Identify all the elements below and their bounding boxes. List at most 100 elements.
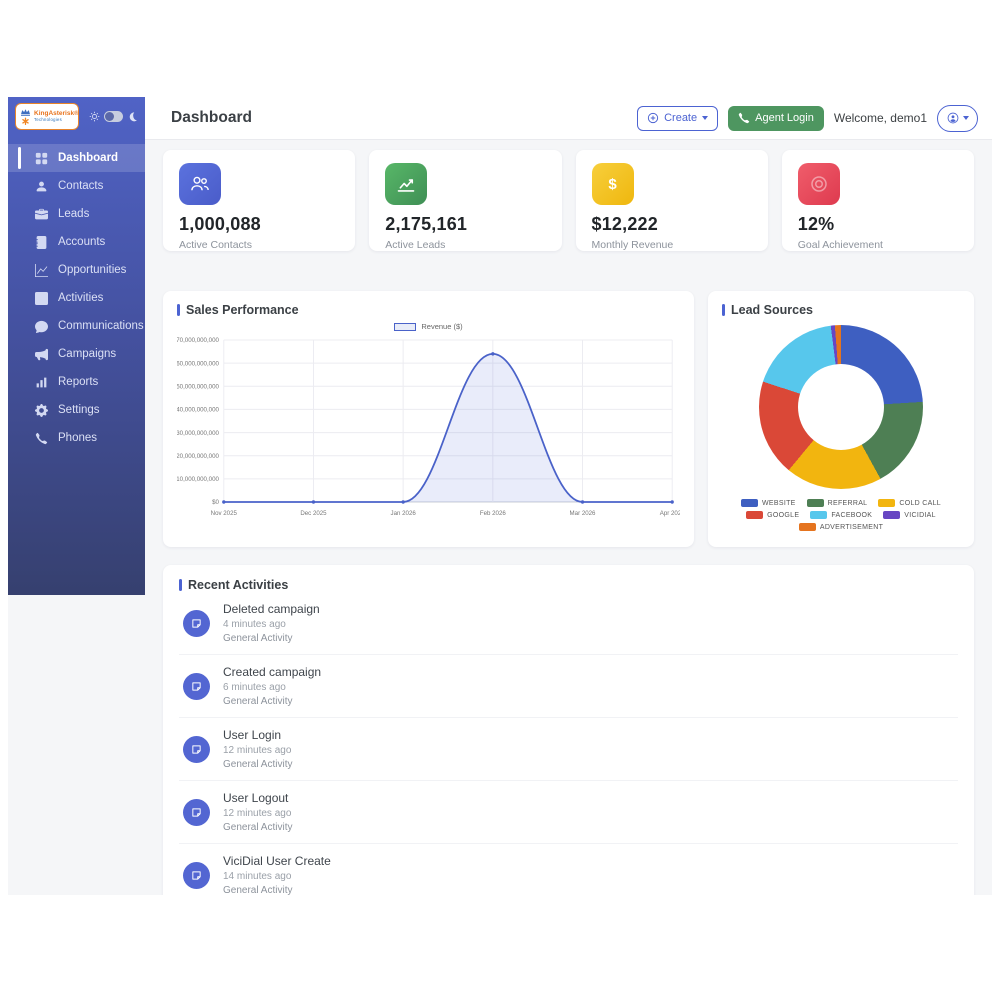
stat-value: $12,222 (592, 214, 752, 235)
svg-text:$60,000,000,000: $60,000,000,000 (177, 360, 219, 367)
page-title: Dashboard (171, 109, 252, 127)
activity-item[interactable]: User Logout12 minutes agoGeneral Activit… (179, 780, 958, 843)
lead-sources-donut[interactable] (759, 325, 923, 489)
crown-logo-icon (19, 105, 32, 129)
sidebar-item-label: Opportunities (58, 264, 126, 276)
create-button[interactable]: Create (637, 106, 718, 131)
legend-item-advertisement[interactable]: ADVERTISEMENT (799, 523, 883, 531)
legend-swatch (810, 511, 827, 519)
legend-label: FACEBOOK (831, 512, 872, 519)
sidebar-item-label: Communications (58, 320, 144, 332)
sidebar-item-accounts[interactable]: Accounts (8, 228, 145, 256)
sidebar-item-leads[interactable]: Leads (8, 200, 145, 228)
activity-item[interactable]: ViciDial User Create14 minutes agoGenera… (179, 843, 958, 895)
activity-time: 6 minutes ago (223, 682, 321, 693)
sidebar-item-settings[interactable]: Settings (8, 396, 145, 424)
activity-item[interactable]: User Login 12 minutes ago General Activity (179, 717, 958, 780)
donut-legend: WEBSITE REFERRAL COLD CALL GOOGLE FACEBOOK VI… (722, 499, 960, 531)
sales-line-chart: $0$10,000,000,000$20,000,000,000$30,000,… (177, 334, 680, 524)
legend-item-vicidial[interactable]: VICIDIAL (883, 511, 936, 519)
sidebar-menu: Dashboard Contacts Leads Accounts Opportunit… (8, 144, 145, 452)
sidebar-item-label: Campaigns (58, 348, 116, 360)
legend-label: REFERRAL (828, 500, 868, 507)
create-button-label: Create (664, 112, 697, 124)
legend-label: COLD CALL (899, 500, 941, 507)
sidebar-item-phones[interactable]: Phones (8, 424, 145, 452)
sidebar-logo-row: KingAsterisk® Technologies (8, 97, 145, 130)
legend-item-cold-call[interactable]: COLD CALL (878, 499, 941, 507)
svg-text:Jan 2026: Jan 2026 (391, 510, 417, 517)
sidebar-item-dashboard[interactable]: Dashboard (8, 144, 145, 172)
activity-title: User Logout (223, 791, 292, 805)
crm-app-window: KingAsterisk® Technologies Dashboard Cont… (8, 97, 992, 895)
legend-swatch (807, 499, 824, 507)
agent-login-label: Agent Login (755, 112, 814, 124)
legend-label: GOOGLE (767, 512, 799, 519)
person-circle-icon (947, 112, 959, 124)
stat-label: Monthly Revenue (592, 239, 752, 251)
activity-category: General Activity (223, 759, 292, 770)
agent-login-button[interactable]: Agent Login (728, 106, 824, 131)
activity-item[interactable]: Deleted campaign 4 minutes ago General Act… (179, 592, 958, 654)
legend-item-website[interactable]: WEBSITE (741, 499, 796, 507)
activity-time: 14 minutes ago (223, 871, 331, 882)
activity-title: ViciDial User Create (223, 854, 331, 868)
asterisk-logo-icon (23, 118, 28, 124)
theme-controls (89, 111, 138, 122)
sidebar-item-label: Contacts (58, 180, 103, 192)
activity-note-icon (183, 799, 210, 826)
sales-chart-legend[interactable]: Revenue ($) (177, 321, 680, 332)
activity-title: User Login (223, 728, 292, 742)
legend-item-google[interactable]: GOOGLE (746, 511, 799, 519)
brand-subtitle: Technologies (34, 118, 79, 122)
journal-icon (35, 236, 48, 249)
sidebar-item-campaigns[interactable]: Campaigns (8, 340, 145, 368)
svg-text:Feb 2026: Feb 2026 (480, 510, 506, 517)
brand-logo[interactable]: KingAsterisk® Technologies (15, 103, 79, 130)
activity-category: General Activity (223, 633, 320, 644)
user-menu-button[interactable] (937, 105, 978, 132)
activity-item[interactable]: Created campaign6 minutes agoGeneral Act… (179, 654, 958, 717)
svg-text:$20,000,000,000: $20,000,000,000 (177, 453, 219, 460)
megaphone-icon (35, 348, 48, 361)
phone-icon (35, 432, 48, 445)
sidebar-item-reports[interactable]: Reports (8, 368, 145, 396)
graphup-icon (385, 163, 427, 205)
sidebar-item-contacts[interactable]: Contacts (8, 172, 145, 200)
legend-swatch (741, 499, 758, 507)
legend-label: WEBSITE (762, 500, 796, 507)
dollar-icon: $ (592, 163, 634, 205)
accent-bar (179, 579, 182, 591)
legend-label: VICIDIAL (904, 512, 936, 519)
activity-time: 12 minutes ago (223, 745, 292, 756)
svg-text:Dec 2025: Dec 2025 (300, 510, 327, 517)
svg-text:Apr 2026: Apr 2026 (660, 510, 680, 517)
svg-text:$70,000,000,000: $70,000,000,000 (177, 337, 219, 344)
activity-title: Deleted campaign (223, 602, 320, 616)
sidebar-item-communications[interactable]: Communications (8, 312, 145, 340)
legend-swatch (799, 523, 816, 531)
stat-label: Goal Achievement (798, 239, 958, 251)
activity-body: Deleted campaign 4 minutes ago General Act… (223, 602, 320, 644)
sidebar-item-activities[interactable]: Activities (8, 284, 145, 312)
activity-note-icon (183, 610, 210, 637)
stat-label: Active Contacts (179, 239, 339, 251)
grid-icon (35, 152, 48, 165)
legend-item-referral[interactable]: REFERRAL (807, 499, 868, 507)
donut-hole (798, 364, 884, 450)
activity-time: 4 minutes ago (223, 619, 320, 630)
stat-value: 12% (798, 214, 958, 235)
theme-toggle[interactable] (104, 111, 123, 122)
svg-text:$40,000,000,000: $40,000,000,000 (177, 407, 219, 414)
legend-swatch (883, 511, 900, 519)
legend-item-facebook[interactable]: FACEBOOK (810, 511, 872, 519)
person-icon (35, 180, 48, 193)
activity-note-icon (183, 673, 210, 700)
sidebar-item-label: Leads (58, 208, 89, 220)
gear-icon (35, 404, 48, 417)
sidebar-item-label: Settings (58, 404, 100, 416)
stat-card-goal-achievement: 12% Goal Achievement (782, 150, 974, 251)
accent-bar (177, 304, 180, 316)
sidebar-item-opportunities[interactable]: Opportunities (8, 256, 145, 284)
svg-text:$30,000,000,000: $30,000,000,000 (177, 430, 219, 437)
